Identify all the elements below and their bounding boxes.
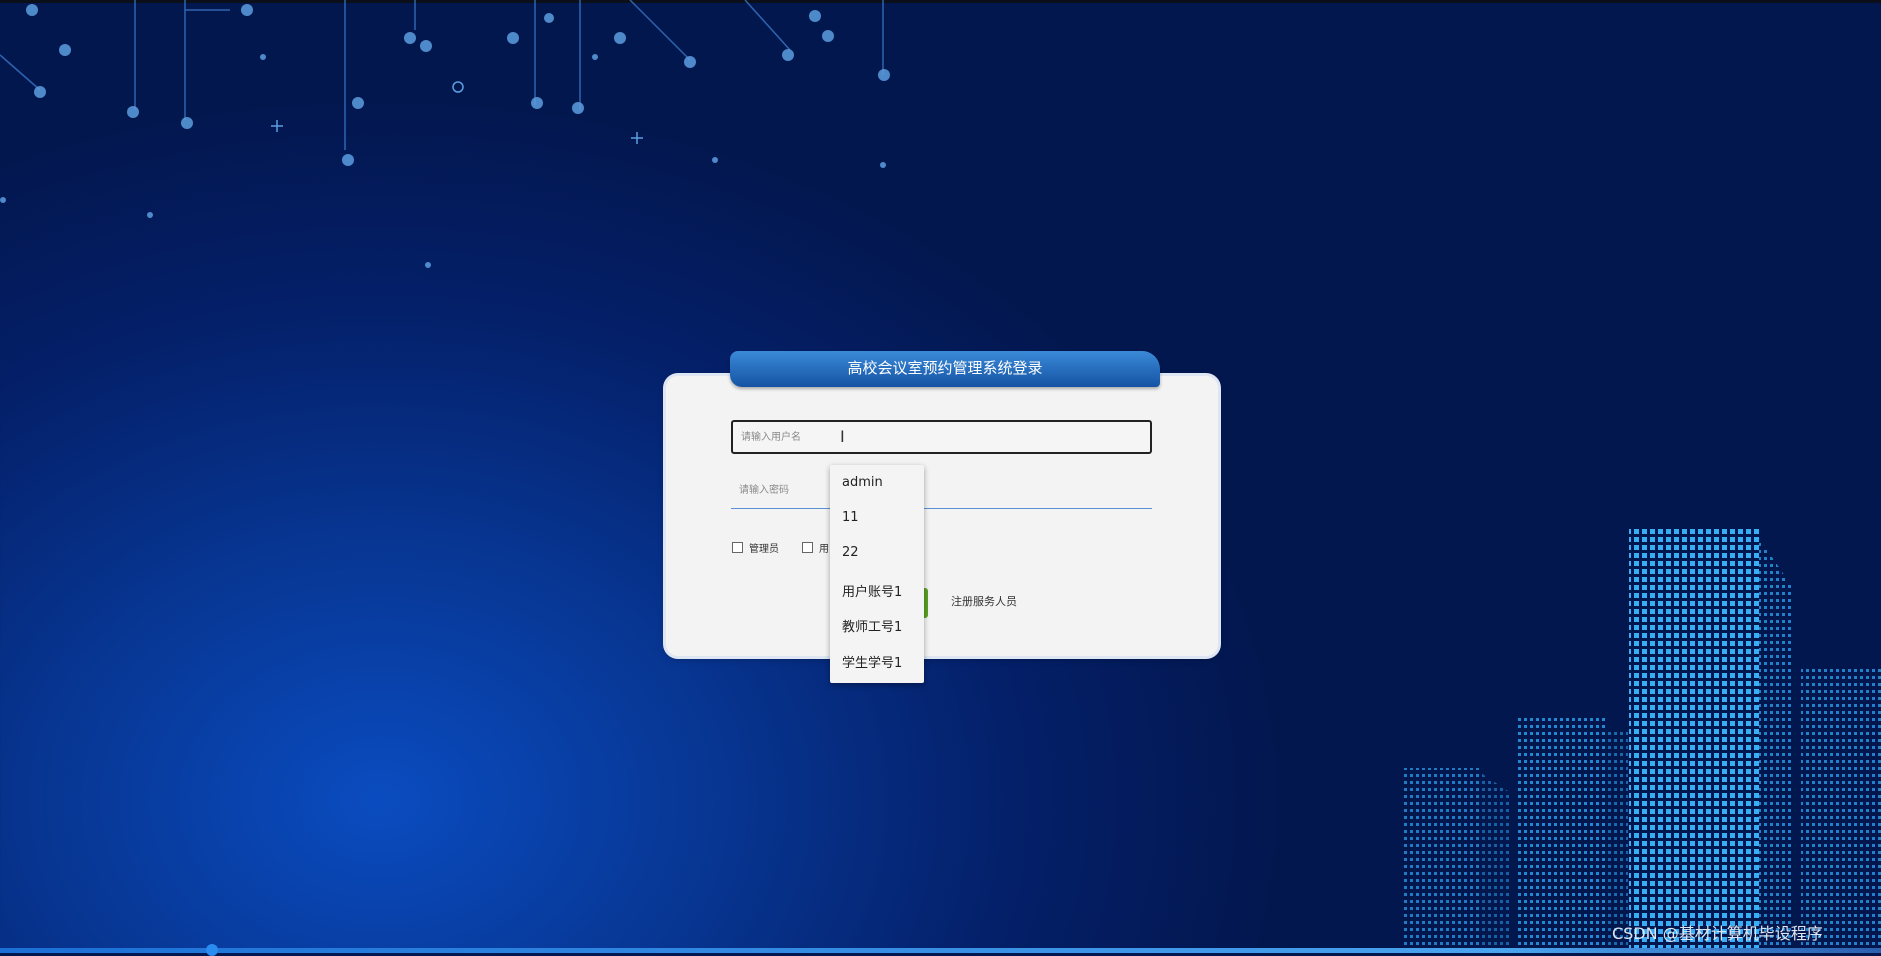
username-autocomplete-list: admin 11 22 用户账号1 教师工号1 学生学号1 (830, 465, 924, 683)
autocomplete-item[interactable]: 教师工号1 (842, 616, 902, 635)
username-placeholder: 请输入用户名 (741, 432, 801, 443)
autocomplete-item[interactable]: 学生学号1 (842, 652, 902, 671)
role-option-admin[interactable]: 管理员 (732, 540, 779, 555)
role-label: 管理员 (749, 544, 779, 555)
autocomplete-item[interactable]: 22 (842, 545, 859, 560)
video-progress-bar[interactable] (0, 948, 1881, 953)
login-title: 高校会议室预约管理系统登录 (730, 351, 1160, 387)
autocomplete-item[interactable]: admin (842, 475, 883, 490)
autocomplete-item[interactable]: 用户账号1 (842, 581, 902, 600)
text-cursor-icon: I (840, 427, 845, 446)
city-skyline-decoration (1401, 528, 1881, 948)
login-panel (666, 376, 1218, 656)
progress-handle[interactable] (206, 944, 218, 956)
role-label: 用 (819, 544, 829, 555)
checkbox[interactable] (802, 542, 813, 553)
autocomplete-item[interactable]: 11 (842, 510, 859, 525)
watermark: CSDN @基材计算机毕设程序 (1612, 924, 1823, 943)
checkbox[interactable] (732, 542, 743, 553)
role-option-user[interactable]: 用 (802, 540, 829, 555)
circuit-decoration (0, 0, 890, 268)
password-placeholder: 请输入密码 (739, 485, 789, 496)
username-input[interactable]: 请输入用户名 (731, 420, 1152, 454)
register-link[interactable]: 注册服务人员 (951, 593, 1017, 609)
password-input[interactable]: 请输入密码 (731, 475, 1152, 509)
